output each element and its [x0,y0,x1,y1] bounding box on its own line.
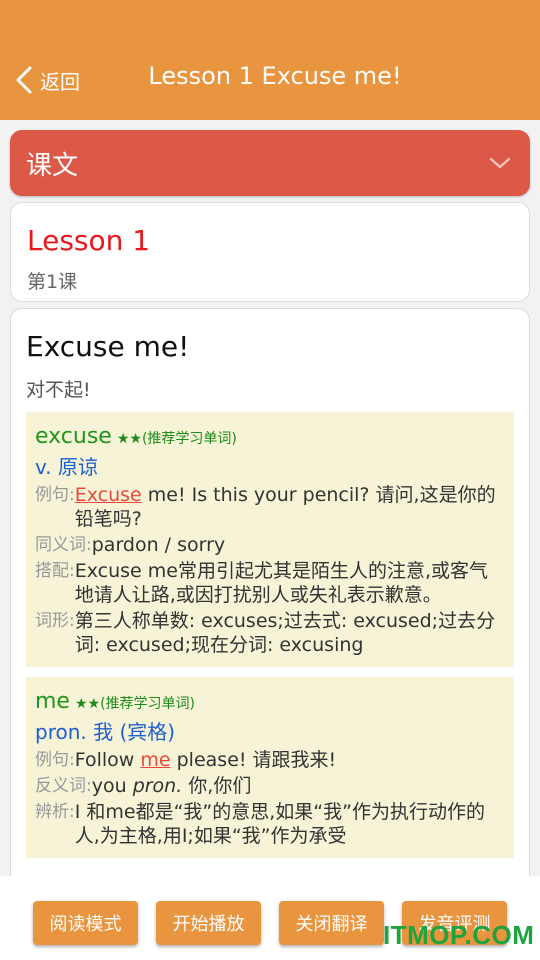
sentence-chinese: 对不起! [26,379,91,401]
word-head: me ★★ (推荐学习单词) [35,689,504,714]
word-forms-text: 第三人称单数: excuses;过去式: excused;过去分词: excus… [74,610,496,656]
word-head: excuse ★★ (推荐学习单词) [35,424,504,449]
antonym-word: you [91,775,133,797]
example-pre: Follow [74,749,141,771]
word-tag: (推荐学习单词) [100,696,196,712]
sentence-card[interactable]: Excuse me! 对不起! excuse ★★ (推荐学习单词) v. 原谅… [10,308,530,928]
section-header-text[interactable]: 课文 [10,130,530,196]
highlighted-word[interactable]: Excuse [75,484,142,506]
collocation-row: 搭配: Excuse me常用引起尤其是陌生人的注意,或客气地请人让路,或因打扰… [35,559,504,607]
top-bar: 返回 Lesson 1 Excuse me! [0,0,540,120]
word-term[interactable]: me [35,689,70,714]
close-translation-button[interactable]: 关闭翻译 [279,901,384,945]
word-entry-excuse[interactable]: excuse ★★ (推荐学习单词) v. 原谅 例句: Excuse me! … [26,412,514,667]
example-row: 例句: Follow me please! 请跟我来! [35,748,504,772]
synonym-text: pardon / sorry [91,534,226,556]
word-forms-label: 词形: [35,611,75,631]
word-definition: v. 原谅 [35,455,98,479]
example-label: 例句: [35,485,75,505]
example-rest: please! 请跟我来! [170,749,337,771]
synonym-row: 同义词: pardon / sorry [35,533,504,557]
watermark-logo: ITMOP.COM [383,920,535,950]
antonym-row: 反义词: you pron. 你,你们 [35,774,504,798]
word-forms-row: 词形: 第三人称单数: excuses;过去式: excused;过去分词: e… [35,609,504,657]
distinction-row: 辨析: I 和me都是“我”的意思,如果“我”作为执行动作的人,为主格,用I;如… [35,800,504,848]
lesson-subtitle: 第1课 [27,271,78,293]
start-play-button[interactable]: 开始播放 [156,901,261,945]
word-tag: (推荐学习单词) [141,431,237,447]
antonym-meaning: 你,你们 [182,775,252,797]
distinction-label: 辨析: [35,802,75,822]
example-text: Follow me please! 请跟我来! [75,748,336,772]
example-text: Excuse me! Is this your pencil? 请问,这是你的铅… [75,483,504,531]
word-entry-me[interactable]: me ★★ (推荐学习单词) pron. 我 (宾格) 例句: Follow m… [26,677,514,858]
section-title: 课文 [26,150,79,181]
lesson-card: Lesson 1 第1课 [10,202,530,302]
example-row: 例句: Excuse me! Is this your pencil? 请问,这… [35,483,504,531]
antonym-pos: pron. [132,775,183,797]
chevron-down-icon[interactable] [488,156,512,170]
synonym-label: 同义词: [35,535,92,555]
word-definition: pron. 我 (宾格) [35,720,176,744]
distinction-text: I 和me都是“我”的意思,如果“我”作为执行动作的人,为主格,用I;如果“我”… [74,801,485,847]
example-label: 例句: [35,750,75,770]
lesson-title: Lesson 1 [27,224,151,257]
collocation-text: Excuse me常用引起尤其是陌生人的注意,或客气地请人让路,或因打扰别人或失… [74,560,489,606]
sentence-english[interactable]: Excuse me! [26,329,514,365]
read-mode-button[interactable]: 阅读模式 [33,901,138,945]
word-term[interactable]: excuse [35,424,112,449]
antonym-label: 反义词: [35,776,92,796]
star-rating: ★★ [74,696,101,712]
highlighted-word[interactable]: me [140,749,170,771]
page-title: Lesson 1 Excuse me! [148,62,402,90]
collocation-label: 搭配: [35,561,75,581]
antonym-text: you pron. 你,你们 [92,774,252,798]
star-rating: ★★ [116,431,142,447]
